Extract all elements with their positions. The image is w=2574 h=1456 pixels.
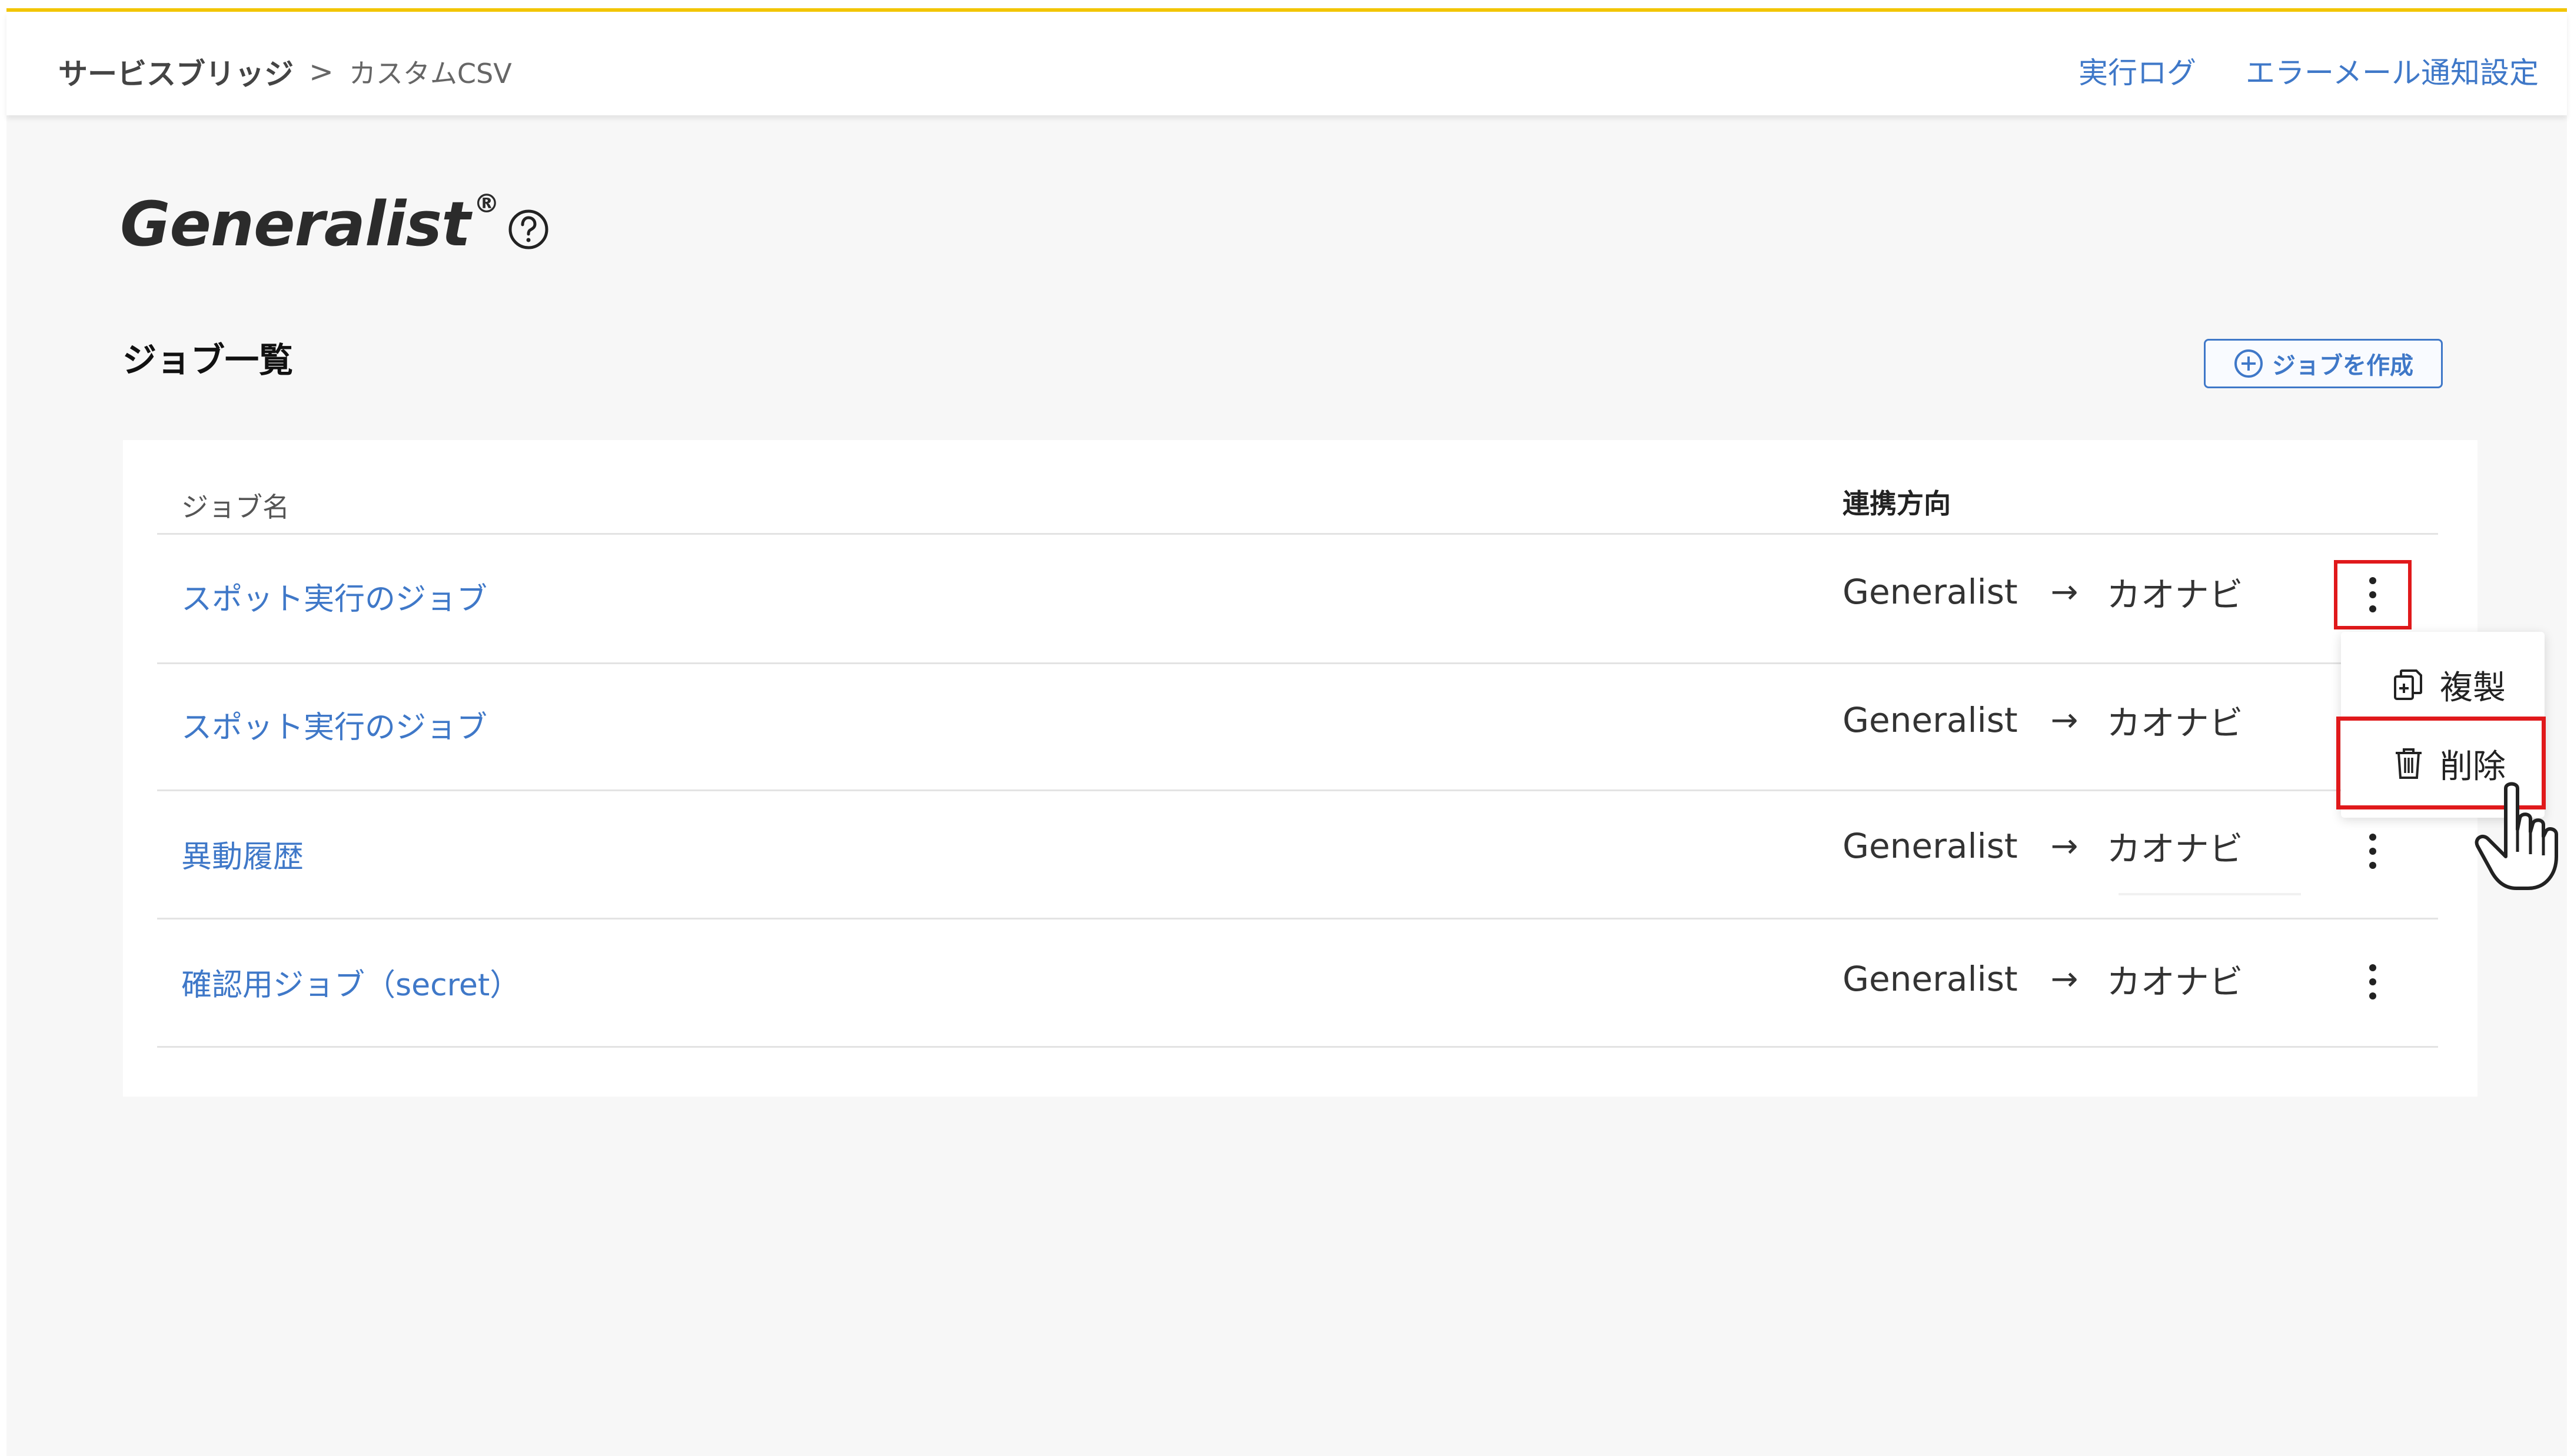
more-vertical-icon — [2369, 964, 2376, 999]
target-system: カオナビ — [2106, 962, 2243, 1002]
brand-name: Generalist — [120, 188, 471, 260]
sync-direction: Generalist → カオナビ — [1843, 695, 2243, 745]
job-name-link[interactable]: 確認用ジョブ（secret） — [181, 960, 520, 1004]
job-name-link[interactable]: スポット実行のジョブ — [181, 702, 487, 747]
more-vertical-icon — [2369, 834, 2376, 869]
breadcrumb-root[interactable]: サービスブリッジ — [58, 51, 294, 93]
header-divider — [157, 533, 2438, 535]
target-system: カオナビ — [2106, 829, 2243, 869]
sync-direction: Generalist → カオナビ — [1843, 954, 2243, 1004]
create-job-label: ジョブを作成 — [2272, 352, 2413, 379]
hand-pointer-icon — [2475, 782, 2558, 890]
job-name-link[interactable]: スポット実行のジョブ — [181, 574, 487, 618]
source-system: Generalist — [1843, 826, 2018, 866]
source-system: Generalist — [1843, 700, 2018, 740]
duplicate-label: 複製 — [2440, 668, 2506, 707]
breadcrumb: サービスブリッジ > カスタムCSV — [58, 51, 512, 93]
header-links: 実行ログ エラーメール通知設定 — [2079, 49, 2539, 92]
breadcrumb-current: カスタムCSV — [348, 58, 512, 89]
duplicate-menu-item[interactable]: 複製 — [2341, 649, 2545, 720]
top-bar: サービスブリッジ > カスタムCSV 実行ログ エラーメール通知設定 — [6, 12, 2567, 115]
registered-mark: ® — [473, 189, 500, 219]
divider — [2119, 893, 2301, 895]
copy-icon — [2394, 669, 2422, 700]
execution-log-link[interactable]: 実行ログ — [2079, 49, 2196, 92]
row-divider — [157, 789, 2438, 791]
target-system: カオナビ — [2106, 703, 2243, 743]
column-header-job-name: ジョブ名 — [181, 491, 290, 523]
row-divider — [157, 918, 2438, 919]
target-system: カオナビ — [2106, 575, 2243, 615]
arrow-right-icon: → — [2050, 701, 2079, 739]
column-header-direction: 連携方向 — [1843, 488, 1951, 519]
row-menu-button[interactable] — [2334, 947, 2412, 1017]
top-accent-line — [6, 8, 2567, 12]
row-menu-button[interactable] — [2334, 560, 2412, 629]
error-mail-settings-link[interactable]: エラーメール通知設定 — [2246, 49, 2539, 92]
source-system: Generalist — [1843, 959, 2018, 999]
job-name-link[interactable]: 異動履歴 — [181, 832, 304, 876]
breadcrumb-separator-icon: > — [309, 55, 334, 89]
arrow-right-icon: → — [2050, 572, 2079, 611]
row-divider — [157, 662, 2438, 664]
create-job-button[interactable]: ジョブを作成 — [2204, 339, 2443, 388]
arrow-right-icon: → — [2050, 827, 2079, 865]
arrow-right-icon: → — [2050, 959, 2079, 998]
row-divider — [157, 1046, 2438, 1048]
source-system: Generalist — [1843, 572, 2018, 612]
row-menu-button[interactable] — [2334, 817, 2412, 886]
more-vertical-icon — [2369, 577, 2376, 612]
job-list-title: ジョブ一覧 — [122, 340, 294, 380]
sync-direction: Generalist → カオナビ — [1843, 567, 2243, 617]
sync-direction: Generalist → カオナビ — [1843, 821, 2243, 871]
brand-logo: Generalist ® — [120, 188, 500, 260]
add-circle-icon — [2234, 349, 2263, 378]
help-icon[interactable] — [508, 209, 549, 250]
